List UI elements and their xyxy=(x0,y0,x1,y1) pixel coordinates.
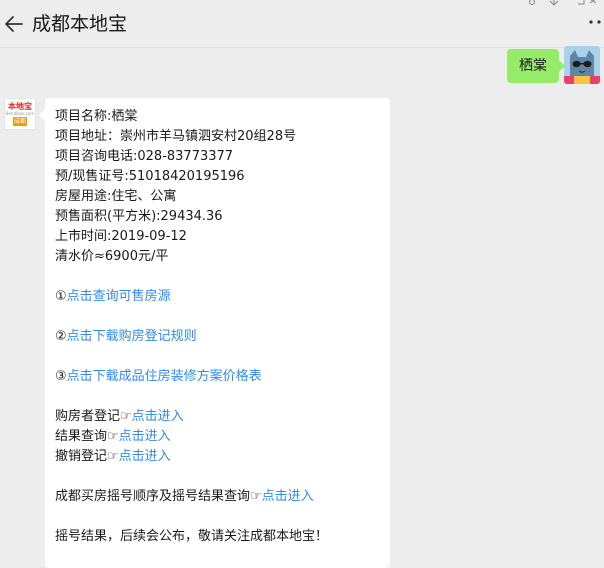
result-link[interactable]: 点击进入 xyxy=(119,429,171,444)
registration-rules-link[interactable]: 点击下载购房登记规则 xyxy=(67,329,197,344)
lottery-label: 成都买房摇号顺序及摇号结果查询 xyxy=(55,489,251,504)
info-line: 房屋用途:住宅、公寓 xyxy=(55,189,177,204)
user-avatar[interactable] xyxy=(564,46,600,84)
info-line: 清水价≈6900元/平 xyxy=(55,249,169,264)
link-row-decoration-price: ③点击下载成品住房装修方案价格表 xyxy=(55,367,380,387)
link-number: ③ xyxy=(55,369,67,384)
info-line: 上市时间:2019-09-12 xyxy=(55,229,187,244)
chat-header: 成都本地宝 xyxy=(0,0,604,48)
info-line: 项目地址：崇州市羊马镇泗安村20组28号 xyxy=(55,129,297,144)
link-number: ② xyxy=(55,329,67,344)
footer-note: 摇号结果，后续会公布，敬请关注成都本地宝！ xyxy=(55,529,329,544)
page-title: 成都本地宝 xyxy=(32,13,128,35)
info-line: 预售面积(平方米):29434.36 xyxy=(55,209,223,224)
more-dots-icon xyxy=(589,20,601,24)
logo-badge: 成都 xyxy=(13,117,27,126)
back-button[interactable] xyxy=(2,11,28,37)
arrow-left-icon xyxy=(5,16,23,32)
cancel-label: 撤销登记 xyxy=(55,449,108,464)
result-row: 结果查询☞点击进入 xyxy=(55,427,380,447)
decoration-price-link[interactable]: 点击下载成品住房装修方案价格表 xyxy=(67,369,262,384)
cat-avatar-icon xyxy=(564,46,600,84)
cancel-link[interactable]: 点击进入 xyxy=(119,449,171,464)
bot-message-bubble: 项目名称:栖棠 项目地址：崇州市羊马镇泗安村20组28号 项目咨询电话:028-… xyxy=(39,98,390,568)
available-homes-link[interactable]: 点击查询可售房源 xyxy=(67,289,171,304)
link-row-registration-rules: ②点击下载购房登记规则 xyxy=(55,327,380,347)
bot-avatar[interactable]: 本地宝 Bendibao.com 成都 xyxy=(4,98,36,130)
link-number: ① xyxy=(55,289,67,304)
window-control-icons xyxy=(529,0,597,6)
logo-text: 本地宝 xyxy=(8,102,32,111)
lottery-row: 成都买房摇号顺序及摇号结果查询☞点击进入 xyxy=(55,487,380,507)
info-line: 项目咨询电话:028-83773377 xyxy=(55,149,234,164)
user-message-bubble[interactable]: 栖棠 xyxy=(507,49,565,83)
info-line: 预/现售证号:51018420195196 xyxy=(55,169,245,184)
register-row: 购房者登记☞点击进入 xyxy=(55,407,380,427)
pointing-hand-icon: ☞ xyxy=(107,449,119,464)
info-line: 项目名称:栖棠 xyxy=(55,109,138,124)
logo-subtext: Bendibao.com xyxy=(5,111,35,116)
pointing-hand-icon: ☞ xyxy=(250,489,262,504)
cancel-row: 撤销登记☞点击进入 xyxy=(55,447,380,467)
more-button[interactable] xyxy=(588,14,602,28)
register-label: 购房者登记 xyxy=(55,409,121,424)
window-controls[interactable] xyxy=(518,0,598,6)
lottery-link[interactable]: 点击进入 xyxy=(262,489,314,504)
result-label: 结果查询 xyxy=(55,429,108,444)
register-link[interactable]: 点击进入 xyxy=(132,409,184,424)
link-row-available-homes: ①点击查询可售房源 xyxy=(55,287,380,307)
pointing-hand-icon: ☞ xyxy=(107,429,119,444)
pointing-hand-icon: ☞ xyxy=(120,409,132,424)
